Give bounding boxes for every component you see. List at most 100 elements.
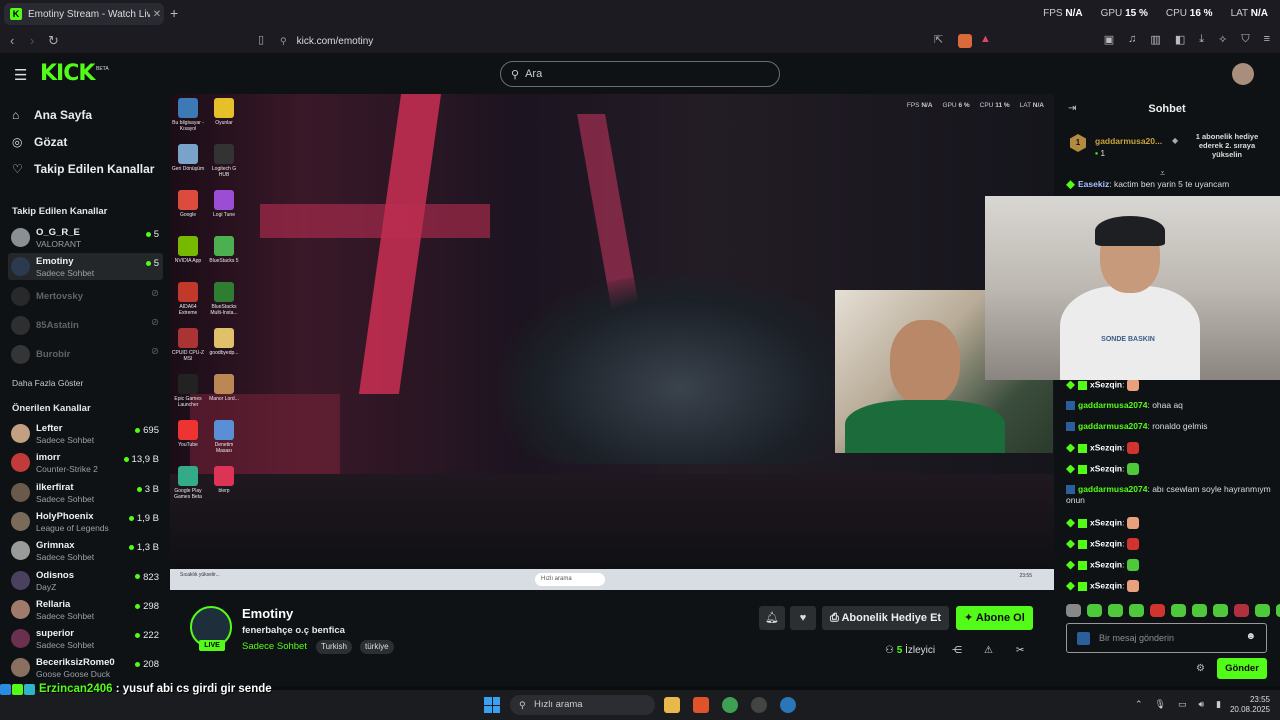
microphone-icon[interactable]: 🎙︎: [1155, 699, 1166, 710]
vpn-shield-icon[interactable]: ⛉: [1241, 33, 1249, 46]
volume-icon[interactable]: 🔊︎: [1199, 699, 1205, 710]
brave-browser-icon[interactable]: [693, 697, 709, 713]
clip-icon[interactable]: ✂: [1016, 645, 1024, 656]
brave-shield-icon[interactable]: [958, 34, 972, 48]
facecam-head: [890, 320, 960, 405]
windows-start-icon[interactable]: [484, 697, 500, 713]
menu-icon[interactable]: ≡: [1264, 33, 1270, 46]
channel-item[interactable]: 85Astatin ⊘: [8, 312, 163, 339]
chat-input[interactable]: [1099, 630, 1239, 646]
channel-item[interactable]: Lefter Sadece Sohbet 695: [8, 420, 163, 447]
screenshot-icon[interactable]: ▣: [1104, 33, 1114, 46]
chat-input-box[interactable]: ☻: [1066, 623, 1267, 653]
network-icon[interactable]: ▭: [1178, 699, 1187, 710]
report-icon[interactable]: ⚠: [984, 645, 993, 656]
chat-username[interactable]: gaddarmusa2074: [1078, 484, 1147, 494]
kick-logo[interactable]: KICK: [40, 61, 95, 86]
new-tab-button[interactable]: +: [170, 5, 178, 21]
channel-item[interactable]: HolyPhoenix League of Legends 1,9 B: [8, 508, 163, 535]
follow-heart-icon[interactable]: ♥: [790, 606, 816, 630]
stream-category[interactable]: Sadece Sohbet: [242, 641, 307, 652]
file-explorer-icon[interactable]: [664, 697, 680, 713]
back-icon[interactable]: ‹: [10, 33, 14, 48]
emote-icon[interactable]: [1129, 604, 1144, 617]
bookmark-icon[interactable]: ▯: [258, 33, 264, 46]
viewer-count: 3 B: [136, 484, 159, 495]
emote-icon[interactable]: [1192, 604, 1207, 617]
desktop-icon-label: Logi Tune: [213, 212, 235, 218]
search-box[interactable]: ⚲ Ara: [500, 61, 780, 87]
emote-icon[interactable]: [1087, 604, 1102, 617]
channel-item[interactable]: Rellaria Sadece Sohbet 298: [8, 596, 163, 623]
emote-icon[interactable]: [1066, 604, 1081, 617]
obs-icon[interactable]: [751, 697, 767, 713]
taskbar-clock[interactable]: 23:55 20.08.2025: [1222, 695, 1270, 715]
subscribe-button[interactable]: ✦ Abone Ol: [956, 606, 1033, 630]
channel-item[interactable]: Grimnax Sadece Sohbet 1,3 B: [8, 537, 163, 564]
sidebar-toggle-icon[interactable]: ▥: [1150, 33, 1160, 46]
hamburger-menu-icon[interactable]: ☰: [14, 66, 27, 84]
pinned-gift-leaderboard[interactable]: 1 gaddarmusa20... ▪ 1 ◆ 1 abonelik hediy…: [1064, 130, 1274, 166]
channel-name[interactable]: Emotiny: [242, 606, 293, 621]
browser-tab[interactable]: K Emotiny Stream - Watch Live ✕: [4, 3, 164, 25]
emote-icon[interactable]: [1276, 604, 1280, 617]
chat-username[interactable]: xSezqin: [1090, 463, 1122, 473]
show-more-link[interactable]: Daha Fazla Göster: [12, 378, 83, 388]
nav-browse[interactable]: ◎ Gözat: [12, 135, 67, 149]
chat-username[interactable]: xSezqin: [1090, 538, 1122, 548]
nav-following[interactable]: ♡ Takip Edilen Kanallar: [12, 162, 154, 176]
chat-username[interactable]: Easekiz: [1078, 179, 1109, 189]
chevron-up-icon[interactable]: ⌃: [1135, 699, 1143, 710]
forward-icon[interactable]: ›: [30, 33, 34, 48]
channel-item[interactable]: Emotiny Sadece Sohbet 5: [8, 253, 163, 281]
send-button[interactable]: Gönder: [1217, 658, 1267, 679]
emote-icon[interactable]: [1171, 604, 1186, 617]
emote-icon[interactable]: [1234, 604, 1249, 617]
channel-item[interactable]: Odisnos DayZ 823: [8, 567, 163, 594]
chat-username[interactable]: gaddarmusa2074: [1078, 421, 1147, 431]
channel-item[interactable]: imorr Counter-Strike 2 13,9 B: [8, 449, 163, 476]
emote-icon[interactable]: [1150, 604, 1165, 617]
taskbar-search[interactable]: ⚲ Hızlı arama: [510, 695, 655, 715]
emoji-picker-icon[interactable]: ☻: [1245, 631, 1256, 642]
download-icon[interactable]: ⤓: [1199, 33, 1204, 46]
desktop-app-icon: [178, 328, 198, 348]
channel-item[interactable]: superior Sadece Sohbet 222: [8, 625, 163, 652]
channel-item[interactable]: O_G_R_E VALORANT 5: [8, 224, 163, 251]
reload-icon[interactable]: ↻: [48, 33, 59, 49]
chat-username[interactable]: gaddarmusa2074: [1078, 400, 1147, 410]
ai-icon[interactable]: ✧: [1218, 33, 1227, 46]
chat-username[interactable]: xSezqin: [1090, 442, 1122, 452]
chat-settings-icon[interactable]: ⚙: [1196, 663, 1205, 674]
chat-username[interactable]: xSezqin: [1090, 559, 1122, 569]
channel-item[interactable]: ilkerfirat Sadece Sohbet 3 B: [8, 479, 163, 506]
gift-sub-button[interactable]: ⎙ Abonelik Hediye Et: [822, 606, 950, 630]
user-avatar[interactable]: [1232, 63, 1254, 85]
url-field[interactable]: ⚲ kick.com/emotiny: [280, 31, 1000, 51]
channel-item[interactable]: BeceriksizRome0 Goose Goose Duck 208: [8, 654, 163, 681]
emote-icon[interactable]: [1213, 604, 1228, 617]
tag-turkiye[interactable]: türkiye: [360, 640, 394, 654]
tag-turkish[interactable]: Turkish: [316, 640, 352, 654]
emote-icon[interactable]: [1108, 604, 1123, 617]
perf-label: CPU: [979, 102, 994, 109]
close-tab-icon[interactable]: ✕: [150, 9, 164, 20]
notification-bell-icon[interactable]: 🔔︎: [759, 606, 785, 630]
chrome-icon[interactable]: [722, 697, 738, 713]
channel-item[interactable]: Burobir ⊘: [8, 341, 163, 368]
chat-username[interactable]: xSezqin: [1090, 517, 1122, 527]
chat-username[interactable]: xSezqin: [1090, 379, 1122, 389]
music-icon[interactable]: ♫: [1128, 33, 1136, 46]
share-icon[interactable]: ⋲: [952, 645, 962, 656]
wallet-icon[interactable]: ◧: [1175, 33, 1185, 46]
steam-icon[interactable]: [780, 697, 796, 713]
emote-icon[interactable]: [1255, 604, 1270, 617]
expand-pinned-icon[interactable]: ⩡: [1160, 168, 1165, 179]
channel-item[interactable]: Mertovsky ⊘: [8, 283, 163, 310]
chat-username[interactable]: xSezqin: [1090, 580, 1122, 590]
nav-home[interactable]: ⌂ Ana Sayfa: [12, 108, 92, 122]
battery-icon[interactable]: ▮: [1216, 699, 1221, 710]
rewards-icon[interactable]: ▲: [980, 33, 991, 45]
share-icon[interactable]: ⇱: [934, 33, 943, 46]
site-info-icon[interactable]: ⚲: [280, 36, 287, 47]
